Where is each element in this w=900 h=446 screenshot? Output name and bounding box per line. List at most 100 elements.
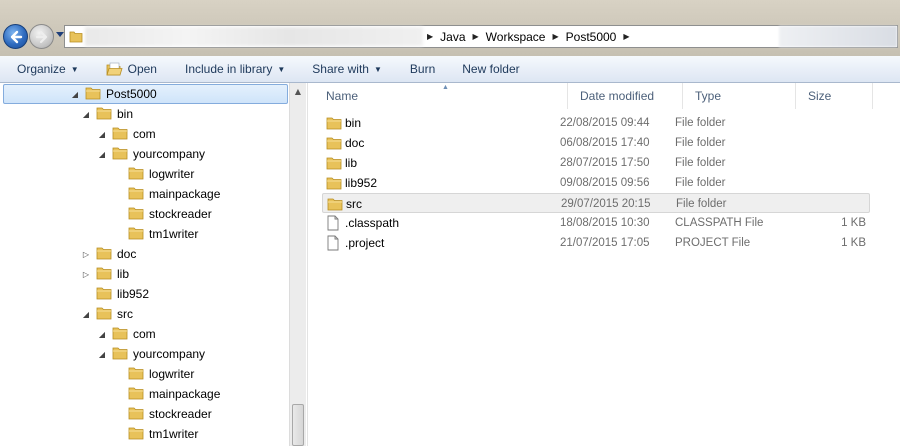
folder-icon <box>128 406 144 423</box>
tree-collapse-icon[interactable]: ◢ <box>80 308 92 320</box>
breadcrumb-workspace[interactable]: Workspace <box>483 30 549 44</box>
file-type: File folder <box>675 157 726 169</box>
breadcrumb-post5000[interactable]: Post5000 <box>563 30 620 44</box>
file-name: bin <box>345 116 362 130</box>
tree-item[interactable]: ▷ lib <box>80 264 129 284</box>
tree-item[interactable]: tm1writer <box>112 424 198 444</box>
file-size <box>788 133 866 153</box>
tree-collapse-icon[interactable]: ◢ <box>96 148 108 160</box>
breadcrumb-java[interactable]: Java <box>437 30 468 44</box>
tree-item[interactable]: lib952 <box>80 284 149 304</box>
folder-icon <box>327 194 345 214</box>
tree-item[interactable]: ◢ yourcompany <box>96 344 205 364</box>
tree-expand-icon[interactable]: ▷ <box>80 248 92 260</box>
breadcrumb-separator-icon[interactable]: ▶ <box>423 32 437 41</box>
file-list-pane: Name ▲ Date modified Type Size bin 22/08/… <box>307 83 900 446</box>
column-header-size-label: Size <box>808 89 832 103</box>
tree-item[interactable]: stockreader <box>112 404 212 424</box>
new-folder-button[interactable]: New folder <box>444 56 528 83</box>
file-date: 29/07/2015 20:15 <box>561 198 651 210</box>
back-button[interactable] <box>3 24 28 49</box>
file-row[interactable]: .classpath 18/08/2015 10:30 CLASSPATH File… <box>322 213 870 233</box>
tree-item-label: logwriter <box>149 167 195 181</box>
burn-button[interactable]: Burn <box>391 56 444 83</box>
tree-collapse-icon[interactable]: ◢ <box>96 348 108 360</box>
recent-pages-dropdown-icon[interactable] <box>56 32 64 38</box>
file-row[interactable]: lib952 09/08/2015 09:56 File folder <box>322 173 870 193</box>
tree-expand-icon[interactable]: ▷ <box>80 268 92 280</box>
organize-button[interactable]: Organize ▼ <box>0 56 88 83</box>
folder-icon <box>85 86 101 103</box>
folder-icon <box>326 133 344 153</box>
file-date: 22/08/2015 09:44 <box>560 117 650 129</box>
folder-icon <box>326 173 344 193</box>
tree-collapse-icon[interactable]: ◢ <box>96 128 108 140</box>
breadcrumb-separator-icon[interactable]: ▶ <box>469 32 483 41</box>
tree-item[interactable]: mainpackage <box>112 184 220 204</box>
folder-icon <box>112 346 128 363</box>
blurred-search-box <box>779 26 897 47</box>
tree-collapse-icon[interactable]: ◢ <box>96 328 108 340</box>
include-in-library-button[interactable]: Include in library ▼ <box>166 56 294 83</box>
tree-item[interactable]: ◢ com <box>96 124 156 144</box>
file-row[interactable]: .project 21/07/2015 17:05 PROJECT File 1 KB <box>322 233 870 253</box>
tree-item-label: stockreader <box>149 207 212 221</box>
folder-icon <box>96 246 112 263</box>
forward-button[interactable] <box>29 24 54 49</box>
tree-collapse-icon[interactable]: ◢ <box>69 88 81 100</box>
open-button[interactable]: Open <box>88 56 166 83</box>
file-name: doc <box>345 136 365 150</box>
tree-item[interactable]: ◢ yourcompany <box>96 144 205 164</box>
folder-icon <box>128 386 144 403</box>
tree-item-label: lib <box>117 267 130 281</box>
column-header-size[interactable]: Size <box>796 83 873 109</box>
folder-icon <box>112 126 128 143</box>
column-header-type[interactable]: Type <box>683 83 796 109</box>
tree-item[interactable]: logwriter <box>112 364 194 384</box>
file-row[interactable]: src 29/07/2015 20:15 File folder <box>322 193 870 213</box>
tree-item[interactable]: stockreader <box>112 204 212 224</box>
chevron-down-icon: ▼ <box>277 64 286 74</box>
tree-item[interactable]: ◢ src <box>80 304 133 324</box>
address-field[interactable]: ▶ Java ▶ Workspace ▶ Post5000 ▶ <box>64 25 898 48</box>
tree-item[interactable]: ◢ bin <box>80 104 133 124</box>
file-row[interactable]: lib 28/07/2015 17:50 File folder <box>322 153 870 173</box>
column-header-name[interactable]: Name ▲ <box>314 83 568 109</box>
nav-scrollbar[interactable]: ▲ <box>289 83 306 446</box>
file-row[interactable]: doc 06/08/2015 17:40 File folder <box>322 133 870 153</box>
folder-icon <box>128 206 144 223</box>
new-folder-label: New folder <box>462 62 520 76</box>
folder-icon <box>128 366 144 383</box>
tree-item[interactable]: mainpackage <box>112 384 220 404</box>
file-type: CLASSPATH File <box>675 217 764 229</box>
file-row[interactable]: bin 22/08/2015 09:44 File folder <box>322 113 870 133</box>
column-header-name-label: Name <box>326 89 359 103</box>
tree-item[interactable]: ▷ doc <box>80 244 136 264</box>
command-bar: Organize ▼ Open Include in library ▼ Sha… <box>0 56 900 83</box>
tree-item-label: yourcompany <box>133 147 206 161</box>
tree-item-label: com <box>133 127 156 141</box>
folder-icon <box>96 286 112 303</box>
folder-icon <box>96 266 112 283</box>
breadcrumb-separator-icon[interactable]: ▶ <box>548 32 562 41</box>
arrow-left-icon <box>10 30 23 44</box>
tree-item[interactable]: ◢ com <box>96 324 156 344</box>
tree-item[interactable]: logwriter <box>112 164 194 184</box>
tree-item[interactable]: tm1writer <box>112 224 198 244</box>
folder-icon <box>112 326 128 343</box>
tree-item[interactable]: ◢ Post5000 <box>3 84 288 104</box>
tree-collapse-icon[interactable]: ◢ <box>80 108 92 120</box>
tree-item-label: doc <box>117 247 137 261</box>
share-with-button[interactable]: Share with ▼ <box>294 56 391 83</box>
sort-ascending-icon: ▲ <box>442 84 449 91</box>
scrollbar-thumb[interactable] <box>292 404 304 446</box>
tree-item-label: lib952 <box>117 287 150 301</box>
file-icon <box>326 233 344 253</box>
breadcrumb-separator-icon[interactable]: ▶ <box>619 32 633 41</box>
column-header-date[interactable]: Date modified <box>568 83 683 109</box>
scroll-up-icon[interactable]: ▲ <box>290 83 306 100</box>
